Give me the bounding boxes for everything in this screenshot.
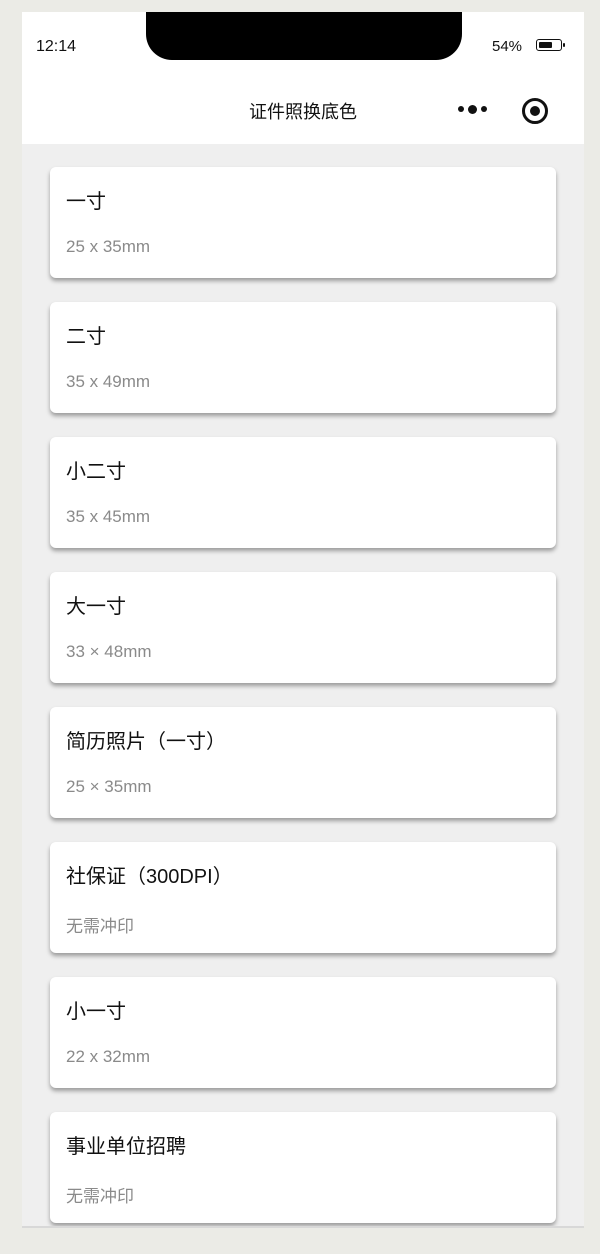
battery-icon	[536, 39, 566, 53]
list-item[interactable]: 小二寸 35 x 45mm	[50, 437, 556, 548]
page-title: 证件照换底色	[249, 102, 357, 122]
photo-size-list: 一寸 25 x 35mm 二寸 35 x 49mm 小二寸 35 x 45mm …	[50, 167, 556, 1228]
device-notch	[146, 12, 462, 60]
list-item[interactable]: 简历照片（一寸） 25 × 35mm	[50, 707, 556, 818]
list-item[interactable]: 事业单位招聘 无需冲印	[50, 1112, 556, 1223]
item-title: 小一寸	[66, 1001, 126, 1023]
item-title: 二寸	[66, 326, 106, 348]
item-title: 简历照片（一寸）	[66, 731, 226, 753]
item-subtitle: 无需冲印	[66, 1187, 134, 1206]
item-title: 一寸	[66, 191, 106, 213]
more-dots-icon[interactable]	[450, 94, 494, 124]
list-item[interactable]: 社保证（300DPI） 无需冲印	[50, 842, 556, 953]
list-item[interactable]: 大一寸 33 × 48mm	[50, 572, 556, 683]
item-title: 社保证（300DPI）	[66, 866, 233, 888]
item-subtitle: 35 x 45mm	[66, 507, 151, 526]
item-title: 小二寸	[66, 461, 126, 483]
item-subtitle: 25 × 35mm	[66, 777, 152, 796]
list-item[interactable]: 小一寸 22 x 32mm	[50, 977, 556, 1088]
item-title: 事业单位招聘	[66, 1136, 186, 1158]
battery-percent: 54%	[492, 38, 523, 55]
target-circle-icon[interactable]	[520, 96, 550, 126]
list-item[interactable]: 一寸 25 x 35mm	[50, 167, 556, 278]
phone-screen: 12:14 54% 证件照换底色 一寸 25 x 35mm 二寸 35 x 49…	[22, 12, 584, 1228]
bottom-edge	[22, 1226, 584, 1228]
item-title: 大一寸	[66, 596, 126, 618]
status-bar: 12:14 54%	[22, 12, 584, 76]
nav-bar: 证件照换底色	[22, 76, 584, 144]
item-subtitle: 22 x 32mm	[66, 1047, 151, 1066]
item-subtitle: 33 × 48mm	[66, 642, 152, 661]
list-item[interactable]: 二寸 35 x 49mm	[50, 302, 556, 413]
item-subtitle: 25 x 35mm	[66, 237, 151, 256]
status-time: 12:14	[36, 38, 77, 55]
item-subtitle: 无需冲印	[66, 917, 134, 936]
item-subtitle: 35 x 49mm	[66, 372, 151, 391]
